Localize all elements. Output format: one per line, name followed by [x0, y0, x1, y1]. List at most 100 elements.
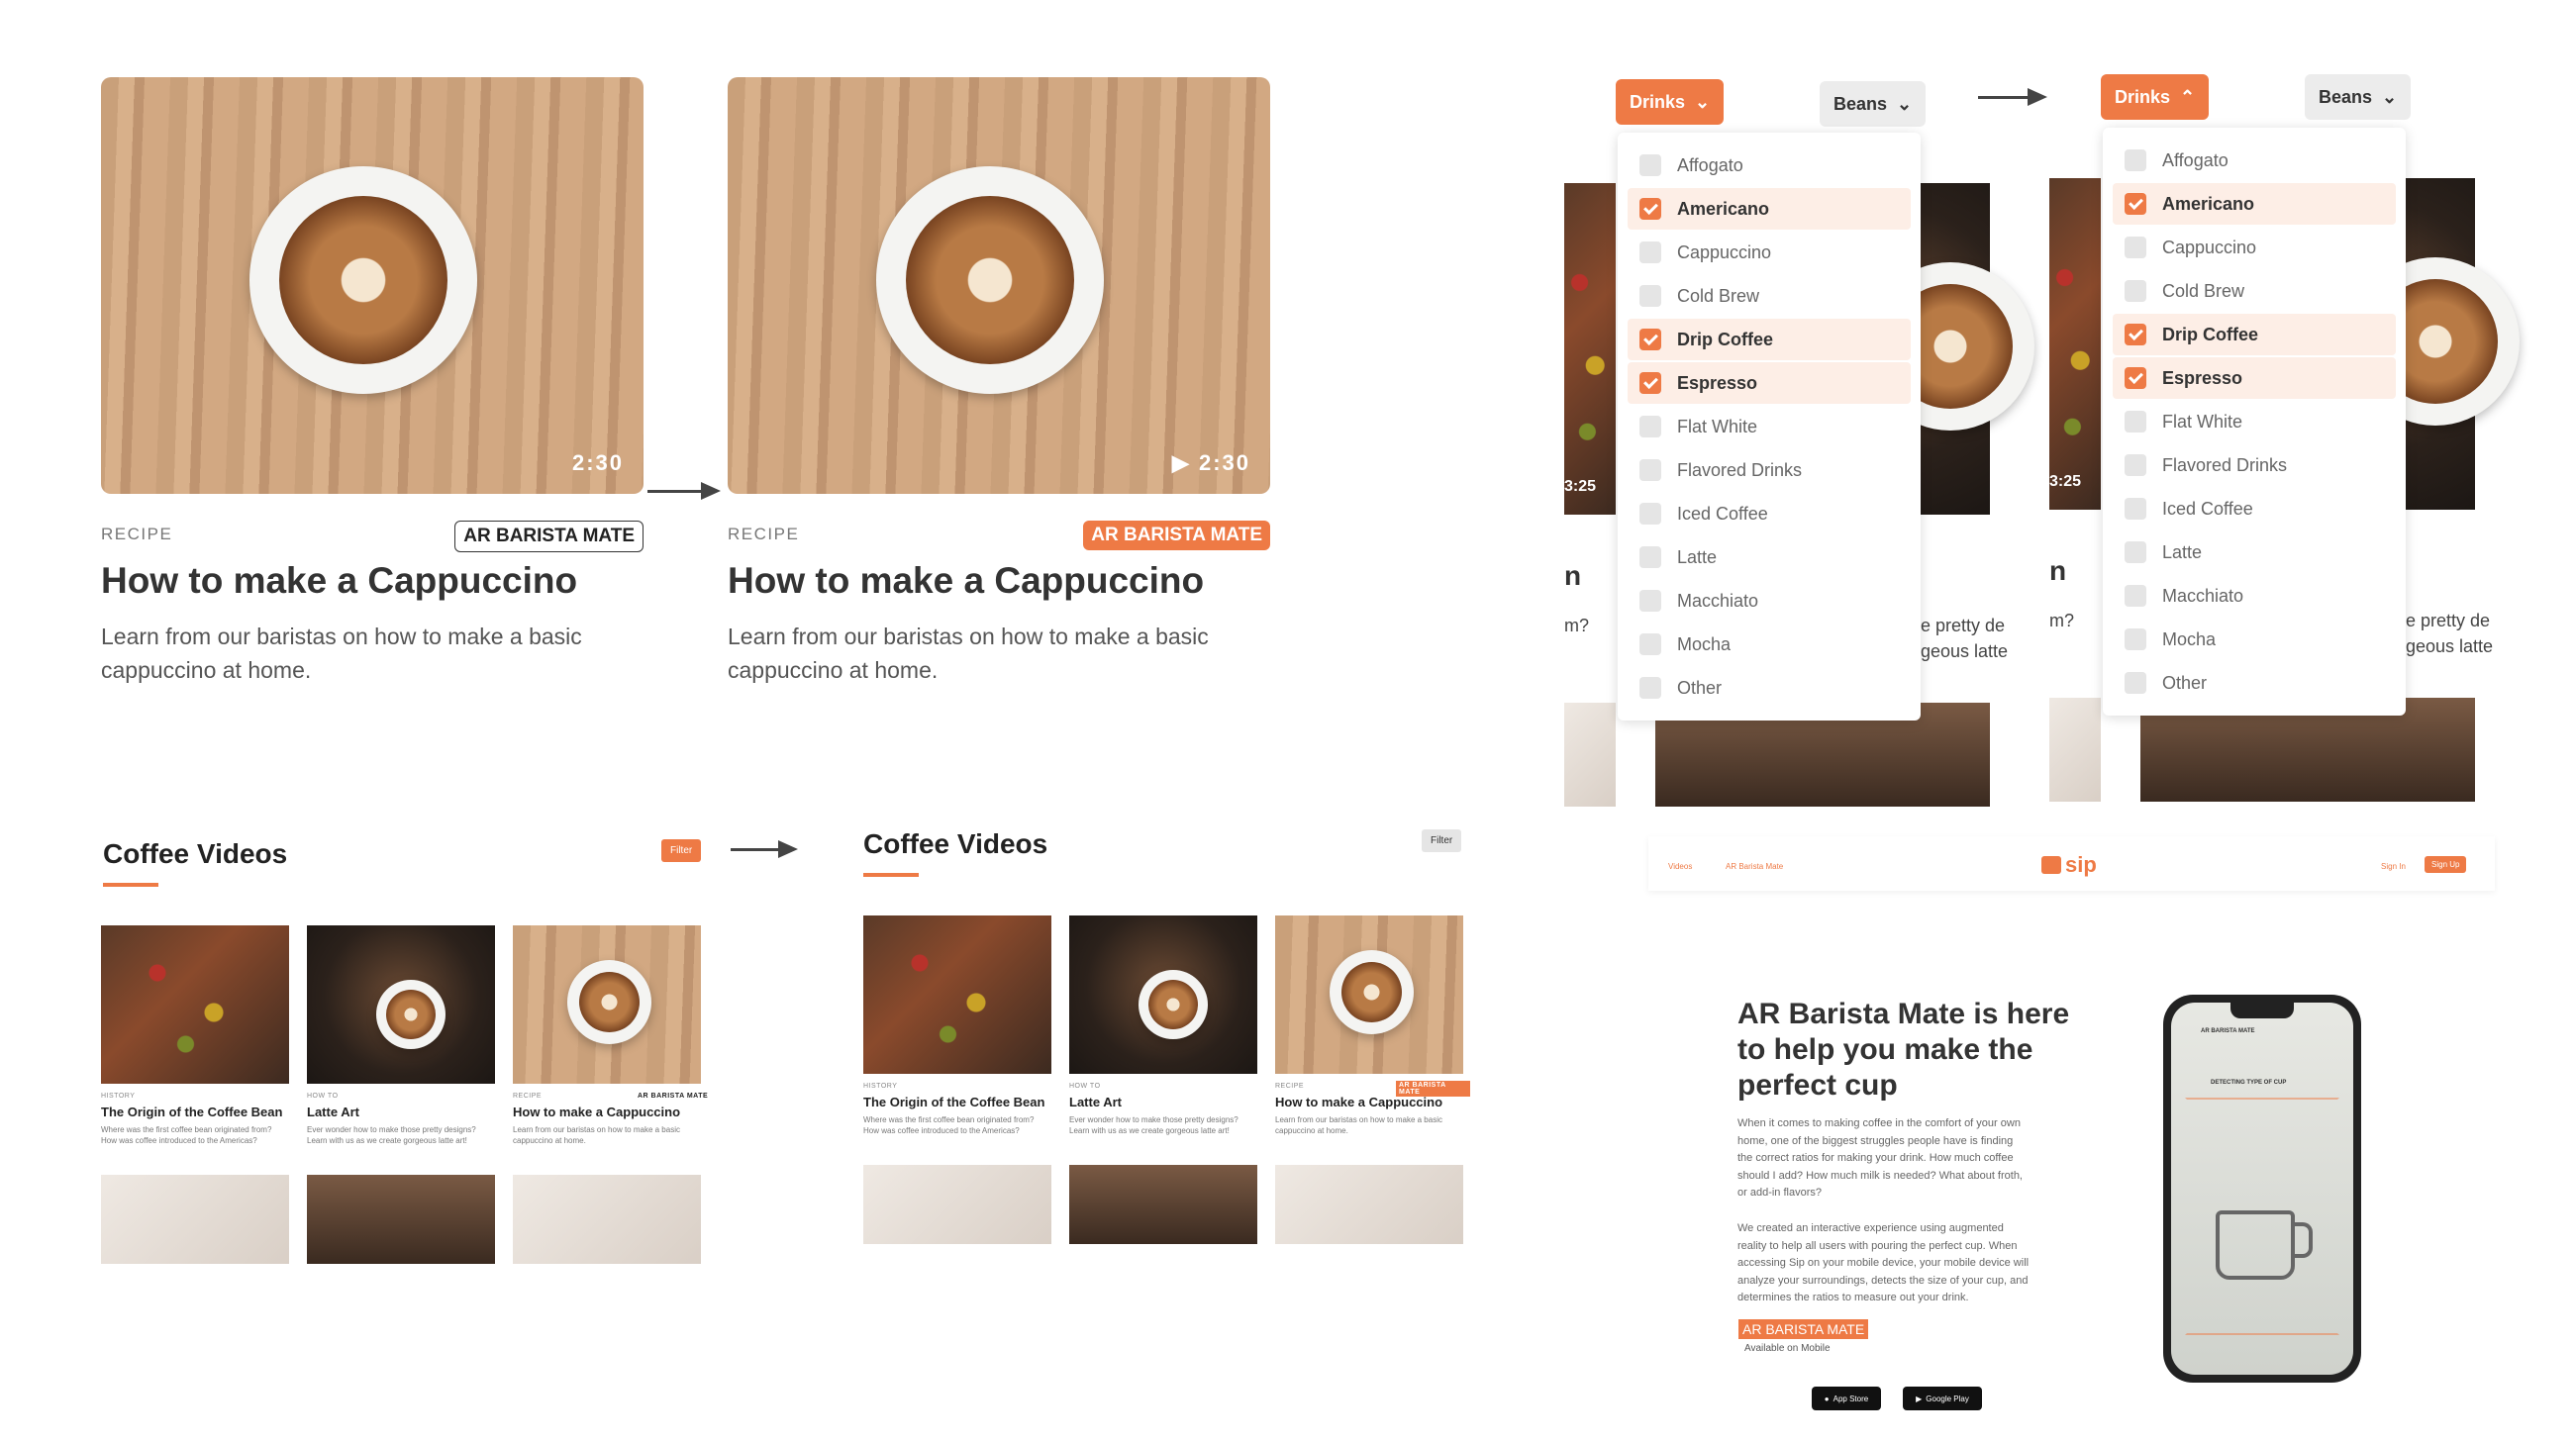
menu-item-espresso[interactable]: Espresso	[1628, 362, 1911, 404]
sign-in-link[interactable]: Sign In	[2381, 862, 2406, 871]
checkbox[interactable]	[2125, 628, 2146, 650]
checkbox[interactable]	[2125, 672, 2146, 694]
menu-item-flat-white[interactable]: Flat White	[1628, 406, 1911, 447]
menu-item-americano[interactable]: Americano	[2113, 183, 2396, 225]
video-thumb-pour[interactable]	[101, 1175, 289, 1264]
filter-button[interactable]: Filter	[661, 839, 702, 862]
video-title[interactable]: How to make a Cappuccino	[1275, 1095, 1442, 1109]
video-thumb-chemex[interactable]	[307, 1175, 495, 1264]
menu-item-latte[interactable]: Latte	[1628, 536, 1911, 578]
checkbox[interactable]	[1639, 372, 1661, 394]
checkbox[interactable]	[1639, 416, 1661, 437]
menu-item-affogato[interactable]: Affogato	[2113, 140, 2396, 181]
checkbox[interactable]	[2125, 411, 2146, 433]
checkbox[interactable]	[2125, 454, 2146, 476]
menu-item-drip-coffee[interactable]: Drip Coffee	[2113, 314, 2396, 355]
checkbox[interactable]	[2125, 367, 2146, 389]
menu-item-other[interactable]: Other	[2113, 662, 2396, 704]
checkbox[interactable]	[2125, 585, 2146, 607]
checkbox[interactable]	[2125, 324, 2146, 345]
checkbox[interactable]	[2125, 193, 2146, 215]
video-title[interactable]: Latte Art	[1069, 1095, 1122, 1109]
video-title[interactable]: The Origin of the Coffee Bean	[101, 1105, 282, 1119]
video-thumb-chemex[interactable]	[1069, 1165, 1257, 1244]
video-thumb-latte-art[interactable]	[307, 925, 495, 1084]
checkbox[interactable]	[1639, 329, 1661, 350]
checkbox[interactable]	[2125, 149, 2146, 171]
video-thumb-dalgona[interactable]	[513, 1175, 701, 1264]
google-play-button[interactable]: ▶ Google Play	[1903, 1387, 1982, 1410]
sign-up-button[interactable]: Sign Up	[2425, 856, 2467, 873]
filter-button[interactable]: Filter	[1422, 829, 1462, 852]
beans-dropdown-button[interactable]: Beans ⌄	[2305, 74, 2412, 120]
checkbox[interactable]	[1639, 241, 1661, 263]
card-description: Learn from our baristas on how to make a…	[101, 620, 655, 687]
checkbox[interactable]	[2125, 498, 2146, 520]
nav-videos[interactable]: Videos	[1668, 862, 1692, 871]
video-thumb-dalgona[interactable]	[1275, 1165, 1463, 1244]
phone-mockup: AR BARISTA MATE DETECTING TYPE OF CUP	[2163, 995, 2361, 1383]
ar-badge[interactable]: AR BARISTA MATE	[454, 521, 644, 552]
chevron-down-icon: ⌄	[1897, 93, 1913, 114]
hero-headline: AR Barista Mate is here to help you make…	[1737, 997, 2069, 1104]
menu-item-espresso[interactable]: Espresso	[2113, 357, 2396, 399]
menu-item-cold-brew[interactable]: Cold Brew	[2113, 270, 2396, 312]
menu-item-cold-brew[interactable]: Cold Brew	[1628, 275, 1911, 317]
headline-line: perfect cup	[1737, 1069, 1898, 1102]
video-thumb-cappuccino[interactable]	[513, 925, 701, 1084]
video-thumb-cappuccino[interactable]	[1275, 915, 1463, 1074]
beans-label: Beans	[2319, 86, 2373, 107]
checkbox[interactable]	[1639, 503, 1661, 525]
video-title[interactable]: How to make a Cappuccino	[513, 1105, 680, 1119]
checkbox[interactable]	[1639, 590, 1661, 612]
menu-item-americano[interactable]: Americano	[1628, 188, 1911, 230]
video-thumb-beans[interactable]	[101, 925, 289, 1084]
phone-app-label: AR BARISTA MATE	[2201, 1028, 2255, 1034]
video-title[interactable]: Latte Art	[307, 1105, 359, 1119]
checkbox[interactable]	[1639, 198, 1661, 220]
menu-item-macchiato[interactable]: Macchiato	[2113, 575, 2396, 617]
menu-item-affogato[interactable]: Affogato	[1628, 144, 1911, 186]
menu-item-cappuccino[interactable]: Cappuccino	[2113, 227, 2396, 268]
card-title[interactable]: How to make a Cappuccino	[728, 560, 1204, 602]
para-line: We created an interactive experience usi…	[1737, 1222, 2004, 1234]
card-title[interactable]: How to make a Cappuccino	[101, 560, 577, 602]
menu-item-mocha[interactable]: Mocha	[2113, 619, 2396, 660]
video-thumb-latte-art[interactable]	[1069, 915, 1257, 1074]
checkbox[interactable]	[1639, 459, 1661, 481]
sip-logo[interactable]: sip	[2041, 852, 2097, 878]
menu-item-iced-coffee[interactable]: Iced Coffee	[1628, 493, 1911, 534]
checkbox[interactable]	[2125, 280, 2146, 302]
video-thumb-beans[interactable]	[863, 915, 1051, 1074]
recipe-card-after[interactable]: ▶ 2:30 RECIPE AR BARISTA MATE How to mak…	[728, 77, 1270, 691]
drinks-dropdown-button[interactable]: Drinks ⌃	[2101, 74, 2210, 120]
checkbox[interactable]	[1639, 677, 1661, 699]
nav-ar-barista[interactable]: AR Barista Mate	[1726, 862, 1783, 871]
checkbox[interactable]	[1639, 154, 1661, 176]
menu-item-drip-coffee[interactable]: Drip Coffee	[1628, 319, 1911, 360]
checkbox[interactable]	[2125, 541, 2146, 563]
menu-item-cappuccino[interactable]: Cappuccino	[1628, 232, 1911, 273]
beans-dropdown-button[interactable]: Beans ⌄	[1820, 81, 1927, 127]
video-thumbnail[interactable]: 2:30	[101, 77, 644, 494]
menu-item-latte[interactable]: Latte	[2113, 531, 2396, 573]
video-thumbnail[interactable]: ▶ 2:30	[728, 77, 1270, 494]
checkbox[interactable]	[2125, 237, 2146, 258]
video-title[interactable]: The Origin of the Coffee Bean	[863, 1095, 1044, 1109]
menu-item-flavored-drinks[interactable]: Flavored Drinks	[1628, 449, 1911, 491]
menu-item-other[interactable]: Other	[1628, 667, 1911, 709]
checkbox[interactable]	[1639, 633, 1661, 655]
ar-badge[interactable]: AR BARISTA MATE	[1083, 521, 1270, 550]
drinks-dropdown-button[interactable]: Drinks ⌄	[1616, 79, 1725, 125]
ar-badge[interactable]: AR BARISTA MATE	[1738, 1319, 1869, 1339]
menu-item-mocha[interactable]: Mocha	[1628, 624, 1911, 665]
menu-item-flat-white[interactable]: Flat White	[2113, 401, 2396, 442]
checkbox[interactable]	[1639, 285, 1661, 307]
app-store-button[interactable]: ● App Store	[1812, 1387, 1881, 1410]
video-thumb-pour[interactable]	[863, 1165, 1051, 1244]
checkbox[interactable]	[1639, 546, 1661, 568]
menu-item-macchiato[interactable]: Macchiato	[1628, 580, 1911, 622]
menu-item-flavored-drinks[interactable]: Flavored Drinks	[2113, 444, 2396, 486]
menu-item-iced-coffee[interactable]: Iced Coffee	[2113, 488, 2396, 529]
recipe-card-before[interactable]: 2:30 RECIPE AR BARISTA MATE How to make …	[101, 77, 644, 691]
